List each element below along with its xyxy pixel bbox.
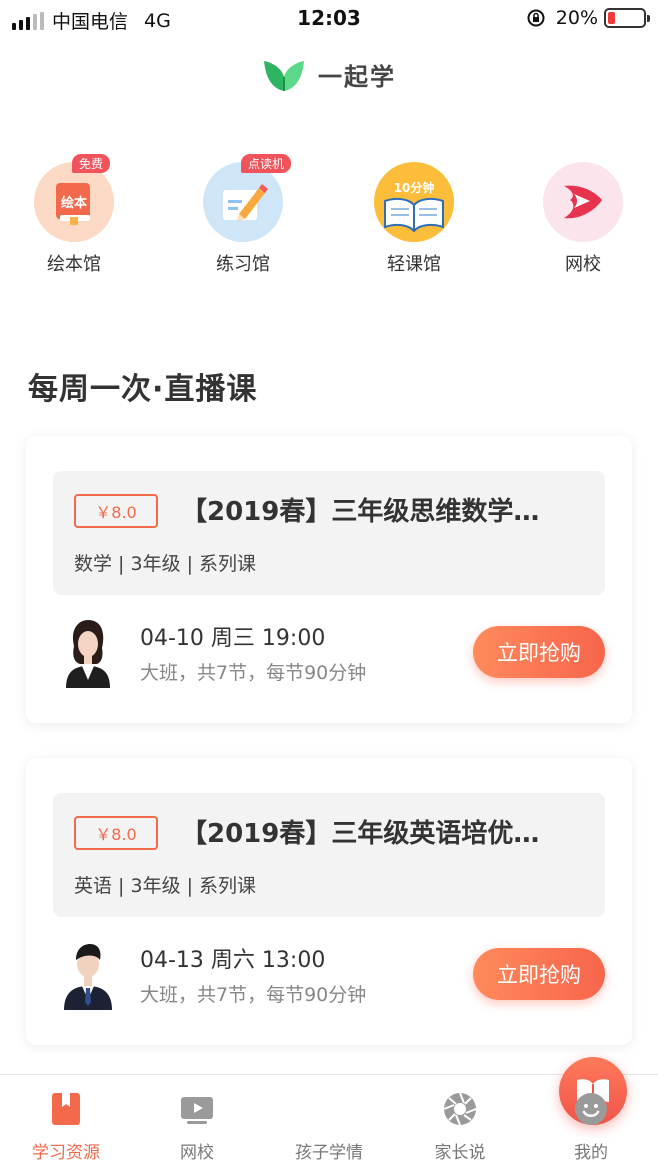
free-badge: 免费 bbox=[72, 154, 111, 173]
smiley-icon bbox=[575, 1093, 607, 1125]
category-online-school[interactable]: 网校 bbox=[528, 162, 638, 276]
buy-now-button[interactable]: 立即抢购 bbox=[473, 948, 605, 1000]
tab-label: 孩子学情 bbox=[295, 1143, 363, 1163]
picture-book-icon: 绘本 免费 bbox=[34, 154, 114, 242]
video-play-icon bbox=[181, 1097, 213, 1124]
pencil-icon: 点读机 bbox=[203, 154, 292, 242]
bottom-tab-bar: 学习资源 网校 孩子学情 家长说 我的 bbox=[0, 1057, 658, 1170]
teacher-avatar bbox=[64, 944, 112, 1010]
course-title[interactable]: 【2019春】三年级英语培优… bbox=[181, 813, 539, 850]
app-header: 一起学 bbox=[0, 52, 658, 96]
tab-online-school[interactable]: 网校 bbox=[132, 1075, 262, 1170]
open-book-icon: 10分钟 bbox=[374, 162, 454, 242]
teacher-avatar bbox=[66, 620, 110, 688]
tab-learning-resources[interactable]: 学习资源 bbox=[1, 1075, 131, 1170]
course-description: 大班，共7节，每节90分钟 bbox=[140, 662, 367, 684]
price-tag: ￥8.0 bbox=[74, 816, 158, 850]
course-meta: 数学 | 3年级 | 系列课 bbox=[74, 553, 257, 575]
app-title: 一起学 bbox=[318, 62, 396, 91]
buy-now-button[interactable]: 立即抢购 bbox=[473, 626, 605, 678]
tab-mine[interactable]: 我的 bbox=[526, 1075, 656, 1170]
section-title: 每周一次·直播课 bbox=[28, 372, 258, 407]
category-label: 绘本馆 bbox=[47, 254, 101, 275]
reader-badge: 点读机 bbox=[241, 154, 292, 173]
battery-level bbox=[608, 12, 615, 24]
tab-label: 网校 bbox=[180, 1143, 214, 1163]
course-time: 04-10 周三 19:00 bbox=[140, 626, 326, 651]
course-info-panel[interactable]: ￥8.0 【2019春】三年级思维数学… 数学 | 3年级 | 系列课 bbox=[53, 471, 605, 595]
category-label: 轻课馆 bbox=[387, 254, 441, 275]
course-title[interactable]: 【2019春】三年级思维数学… bbox=[181, 491, 539, 528]
category-grid: 绘本 免费 绘本馆 点读机 练习馆 10分钟 轻课馆 网校 bbox=[0, 154, 658, 282]
battery-percent: 20% bbox=[555, 7, 598, 29]
tab-parent-talk[interactable]: 家长说 bbox=[395, 1075, 525, 1170]
tab-label: 我的 bbox=[574, 1143, 608, 1163]
status-bar: 中国电信 4G 12:03 20% bbox=[0, 0, 658, 38]
course-description: 大班，共7节，每节90分钟 bbox=[140, 984, 367, 1006]
bookmark-book-icon bbox=[52, 1093, 80, 1125]
category-label: 练习馆 bbox=[216, 254, 270, 275]
tab-label: 学习资源 bbox=[32, 1143, 100, 1163]
course-card[interactable]: ￥8.0 【2019春】三年级思维数学… 数学 | 3年级 | 系列课 04-1… bbox=[26, 436, 632, 723]
category-label: 网校 bbox=[565, 254, 601, 275]
app-logo-icon bbox=[264, 61, 304, 91]
tab-label: 家长说 bbox=[434, 1143, 486, 1163]
aperture-icon bbox=[443, 1092, 477, 1126]
course-info-panel[interactable]: ￥8.0 【2019春】三年级英语培优… 英语 | 3年级 | 系列课 bbox=[53, 793, 605, 917]
category-light-course[interactable]: 10分钟 轻课馆 bbox=[359, 162, 469, 276]
status-right: 20% bbox=[526, 7, 650, 29]
course-time: 04-13 周六 13:00 bbox=[140, 948, 326, 973]
course-card[interactable]: ￥8.0 【2019春】三年级英语培优… 英语 | 3年级 | 系列课 04-1… bbox=[26, 758, 632, 1045]
tab-child-progress[interactable]: 孩子学情 bbox=[264, 1057, 627, 1170]
rotation-lock-icon bbox=[527, 9, 545, 27]
category-picture-book[interactable]: 绘本 免费 绘本馆 bbox=[19, 154, 129, 276]
battery-icon bbox=[604, 8, 650, 28]
play-logo-icon bbox=[543, 162, 623, 242]
ten-minute-text: 10分钟 bbox=[393, 181, 435, 195]
course-meta: 英语 | 3年级 | 系列课 bbox=[74, 875, 257, 897]
picture-book-icon-text: 绘本 bbox=[60, 196, 87, 211]
price-tag: ￥8.0 bbox=[74, 494, 158, 528]
category-practice[interactable]: 点读机 练习馆 bbox=[188, 154, 298, 276]
